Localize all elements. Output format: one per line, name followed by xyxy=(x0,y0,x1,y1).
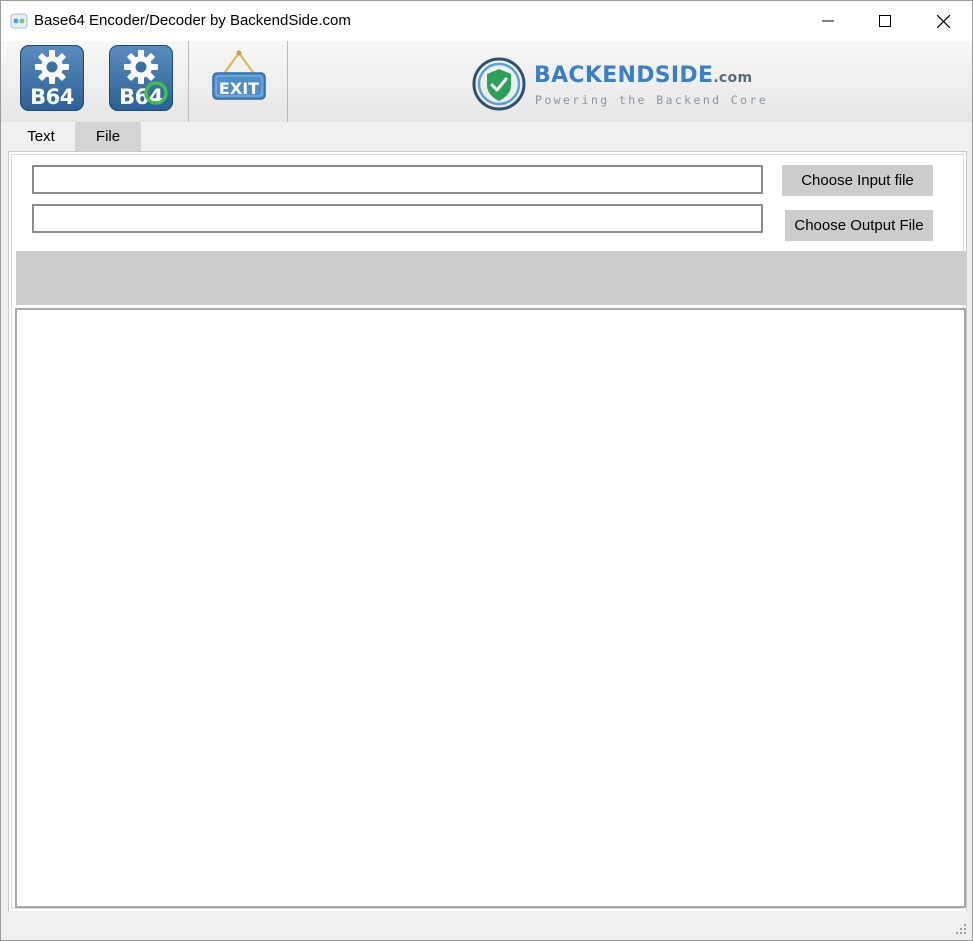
tab-file[interactable]: File xyxy=(75,122,141,151)
maximize-icon xyxy=(879,15,891,27)
logo-name-text: BACKENDSIDE xyxy=(534,63,714,88)
panel-content: Choose Input file Choose Output File xyxy=(11,154,967,909)
title-bar: Base64 Encoder/Decoder by BackendSide.co… xyxy=(1,1,972,41)
decode-ring-icon xyxy=(144,81,168,105)
exit-button[interactable]: EXIT xyxy=(209,49,269,105)
toolbar: B64 B64 EXIT BACKENDSIDE.com Powering th… xyxy=(1,41,972,122)
choose-input-file-button[interactable]: Choose Input file xyxy=(782,165,933,196)
minimize-button[interactable] xyxy=(799,1,857,41)
logo-suffix: .com xyxy=(713,70,753,86)
exit-label: EXIT xyxy=(218,79,260,98)
brand-logo: BACKENDSIDE.com Powering the Backend Cor… xyxy=(471,54,771,112)
decode-button[interactable]: B64 xyxy=(109,45,173,111)
tab-text[interactable]: Text xyxy=(7,122,75,151)
choose-output-file-button[interactable]: Choose Output File xyxy=(785,210,933,241)
logo-name: BACKENDSIDE.com xyxy=(534,63,752,88)
progress-band xyxy=(16,251,967,305)
window-title: Base64 Encoder/Decoder by BackendSide.co… xyxy=(34,12,351,29)
logo-tagline: Powering the Backend Core xyxy=(535,93,769,107)
encode-gear-icon xyxy=(35,50,69,84)
shield-check-icon xyxy=(472,57,526,111)
file-tab-panel: Choose Input file Choose Output File xyxy=(8,151,967,912)
output-text-area[interactable] xyxy=(15,308,966,908)
encode-button[interactable]: B64 xyxy=(20,45,84,111)
encode-label: B64 xyxy=(30,85,74,109)
close-icon xyxy=(936,14,950,28)
input-file-path-field[interactable] xyxy=(32,165,763,194)
resize-grip-icon[interactable] xyxy=(956,924,966,934)
toolbar-separator xyxy=(287,41,288,122)
app-window: Base64 Encoder/Decoder by BackendSide.co… xyxy=(0,0,973,941)
status-bar xyxy=(1,911,972,940)
maximize-button[interactable] xyxy=(856,1,914,41)
output-file-path-field[interactable] xyxy=(32,204,763,233)
close-button[interactable] xyxy=(914,1,972,41)
minimize-icon xyxy=(822,20,834,22)
app-icon xyxy=(10,13,28,29)
toolbar-separator xyxy=(188,41,189,122)
